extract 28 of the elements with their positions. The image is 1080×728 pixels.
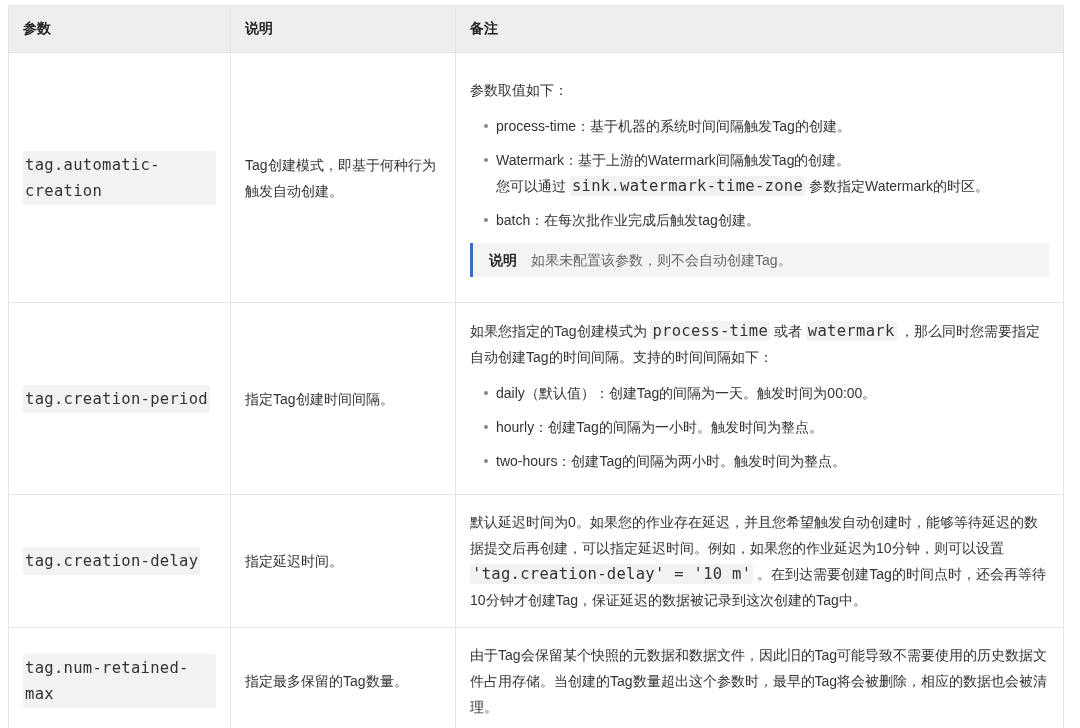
- parameter-code: tag.creation-delay: [23, 547, 201, 575]
- column-header: 说明: [230, 5, 456, 53]
- bullet-icon: [484, 123, 488, 128]
- column-header: 备注: [455, 5, 1064, 53]
- paragraph: 如果您指定的Tag创建模式为 process-time 或者 watermark ，那么同时您需要指定自动创建Tag的时间间隔。支持的时间间隔如下：: [470, 319, 1042, 367]
- bullet-icon: [484, 157, 488, 162]
- paragraph: 由于Tag会保留某个快照的元数据和数据文件，因此旧的Tag可能导致不需要使用的历史数据文件占用存储。当创建的Tag数量超出这个参数时，最早的Tag将会被删除，相应的数据也会被清理。: [470, 646, 1049, 717]
- column-header: 参数: [8, 5, 231, 53]
- bullet-icon: [484, 458, 488, 463]
- list-item-text: hourly：创建Tag的间隔为一小时。触发时间为整点。: [496, 417, 823, 437]
- bullet-icon: [484, 390, 488, 395]
- parameter-code: tag.creation-period: [23, 384, 210, 413]
- paragraph: 默认延迟时间为0。如果您的作业存在延迟，并且您希望触发自动创建时，能够等待延迟的数据提交后再创建，可以指定延迟时间。例如，如果您的作业延迟为10分钟，则可以设置 'tag.creation-delay' = '10 m' 。在到达需要创建Tag的时间点时，还会再等待10分钟才创建Tag，保证延迟的数据被记录到这次创建的Tag中。: [470, 513, 1047, 610]
- table-cell: 指定Tag创建时间间隔。: [230, 302, 456, 495]
- note-text: 如果未配置该参数，则不会自动创建Tag。: [531, 250, 792, 270]
- list-item-text: two-hours：创建Tag的间隔为两小时。触发时间为整点。: [496, 451, 847, 471]
- parameter-code: tag.automatic-creation: [23, 150, 216, 205]
- bullet-icon: [484, 424, 488, 429]
- bullet-icon: [484, 217, 488, 222]
- table-cell: Tag创建模式，即基于何种行为触发自动创建。: [230, 52, 456, 303]
- note-label: 说明: [489, 250, 517, 270]
- parameter-code: tag.num-retained-max: [23, 654, 216, 708]
- table-cell: 指定延迟时间。: [230, 494, 456, 628]
- list-item-text: daily（默认值）：创建Tag的间隔为一天。触发时间为00:00。: [496, 383, 877, 403]
- list-item-text: batch：在每次批作业完成后触发tag创建。: [496, 210, 760, 230]
- list-item-text: Watermark：基于上游的Watermark间隔触发Tag的创建。 您可以通过 sink.watermark-time-zone 参数指定Watermark的时区。: [496, 150, 989, 198]
- paragraph: 参数取值如下：: [470, 80, 569, 100]
- list-item-text: process-time：基于机器的系统时间间隔触发Tag的创建。: [496, 116, 851, 136]
